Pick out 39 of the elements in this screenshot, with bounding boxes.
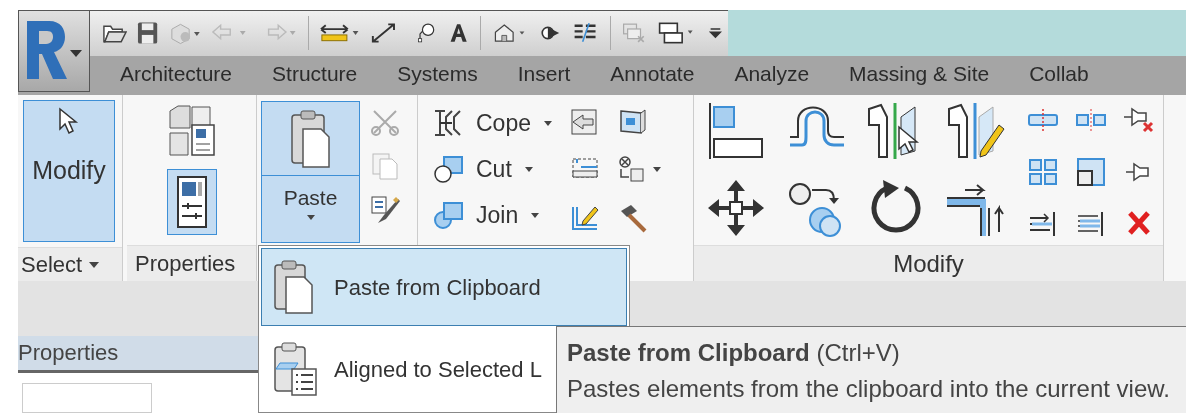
panel-label: Properties	[135, 250, 236, 279]
align-icon[interactable]	[706, 101, 766, 162]
palette-title: Properties	[18, 339, 119, 368]
ribbon-tab[interactable]: Analyze	[734, 58, 810, 90]
array-icon[interactable]	[1026, 156, 1060, 187]
caret-icon[interactable]	[88, 261, 101, 269]
properties-button[interactable]	[166, 169, 217, 236]
tooltip-title: Paste from Clipboard (Ctrl+V)	[567, 339, 901, 367]
ribbon-tab[interactable]: Collab	[1029, 58, 1089, 90]
geometry-tool-button[interactable]: Cut	[432, 153, 553, 186]
application-button[interactable]	[18, 10, 90, 92]
modify-button[interactable]: Modify	[23, 100, 115, 243]
menu-item[interactable]: Paste from Clipboard	[261, 248, 627, 326]
paste-button[interactable]: Paste	[261, 101, 360, 244]
r-logo-icon	[25, 19, 67, 81]
ribbon-tab[interactable]: Massing & Site	[849, 58, 990, 90]
scale-icon[interactable]	[1074, 156, 1108, 187]
caret-icon	[305, 214, 316, 221]
clipboard-icon	[288, 109, 333, 169]
clipboard-list-icon	[272, 341, 320, 397]
ribbon-tab[interactable]: Insert	[517, 58, 571, 90]
caret-icon	[543, 120, 553, 127]
customize-icon[interactable]	[709, 26, 722, 41]
cursor-icon	[58, 107, 80, 136]
geometry-tool-button[interactable]: Join	[432, 199, 553, 232]
paintbrush-icon[interactable]	[370, 195, 400, 226]
geometry-tool-button[interactable]: Cope	[432, 107, 553, 140]
caret-icon	[530, 212, 541, 219]
ribbon-tab[interactable]: Structure	[272, 58, 358, 90]
caret-icon	[523, 166, 534, 173]
ribbon-tab[interactable]: Annotate	[610, 58, 695, 90]
save-icon[interactable]	[137, 21, 159, 46]
caret-icon	[69, 49, 83, 58]
type-selector-field[interactable]	[22, 383, 152, 413]
ribbon-tab[interactable]: Systems	[397, 58, 478, 90]
tooltip-description: Pastes elements from the clipboard into the current view.	[567, 375, 1171, 403]
ribbon-tab[interactable]: Architecture	[120, 58, 233, 90]
panel-label: Modify	[893, 249, 964, 279]
panel-label[interactable]: Select	[21, 248, 83, 282]
